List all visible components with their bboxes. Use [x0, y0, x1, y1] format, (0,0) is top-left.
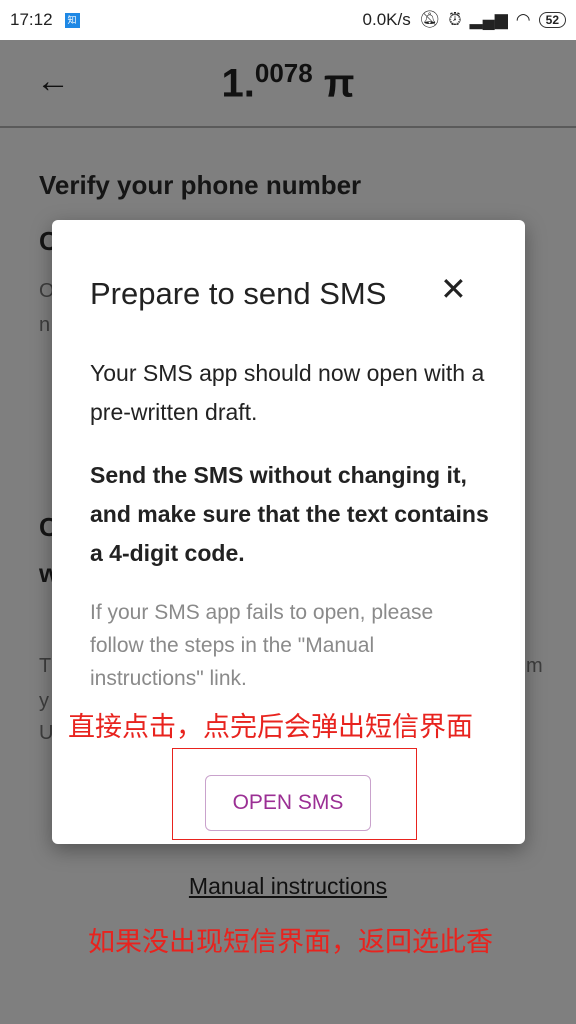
open-sms-button[interactable]: OPEN SMS [205, 775, 371, 831]
zhihu-app-icon: 知 [64, 12, 80, 28]
balance-title: 1.0078 π [0, 58, 576, 106]
dialog-fallback-text: If your SMS app fails to open, please fo… [90, 601, 434, 690]
signal-icon: ▂▄▆ [469, 10, 508, 29]
annotation-top: 直接点击，点完后会弹出短信界面 [68, 712, 473, 742]
balance-decimals: 0078 [254, 58, 313, 88]
dialog-title: Prepare to send SMS [90, 276, 387, 311]
close-icon[interactable]: ✕ [440, 270, 467, 308]
network-speed: 0.0K/s [362, 10, 411, 29]
wifi-icon: ◠ [515, 10, 531, 29]
app-bar: ← 1.0078 π [0, 40, 576, 128]
battery-icon: 52 [538, 12, 566, 28]
background-fragment: T [39, 655, 52, 677]
background-fragment: n [39, 314, 51, 336]
clock: 17:12 [10, 10, 53, 29]
annotation-bottom: 如果没出现短信界面，返回选此香 [88, 927, 493, 957]
balance-integer: 1. [221, 61, 255, 106]
pi-symbol: π [323, 61, 355, 106]
dialog-info-text: Your SMS app should now open with a pre-… [90, 360, 485, 425]
background-heading: Verify your phone number [39, 170, 362, 200]
manual-instructions-link[interactable]: Manual instructions [0, 873, 576, 900]
alarm-icon: ⏰︎ [448, 10, 462, 29]
background-fragment: y [39, 690, 49, 712]
dialog-warning-text: Send the SMS without changing it, and ma… [90, 462, 489, 566]
mute-icon: 🔕︎ [418, 10, 441, 29]
status-bar: 17:12 知 0.0K/s 🔕︎ ⏰︎ ▂▄▆ ◠ 52 [0, 0, 576, 40]
background-fragment: m [526, 655, 543, 677]
